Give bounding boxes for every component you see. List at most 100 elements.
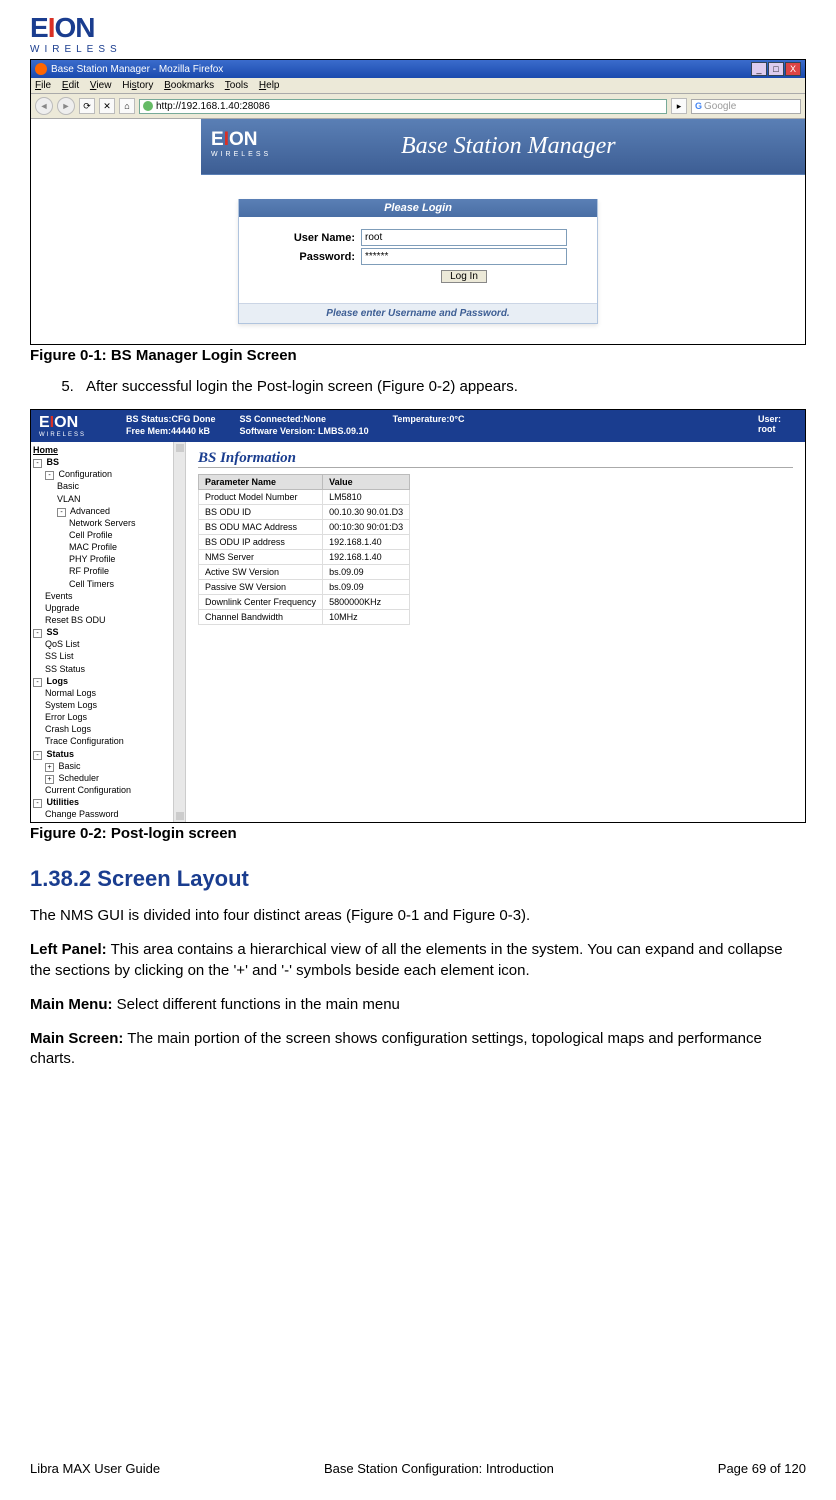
sw-version: Software Version: LMBS.09.10: [240, 426, 369, 438]
tree-item[interactable]: + Basic: [33, 760, 183, 772]
maximize-button[interactable]: □: [768, 62, 784, 76]
logo-subtext: WIRELESS: [30, 44, 806, 55]
url-bar[interactable]: http://192.168.1.40:28086: [139, 99, 667, 114]
panel-title: BS Information: [198, 450, 793, 468]
table-row: Active SW Versionbs.09.09: [199, 565, 410, 580]
browser-titlebar: Base Station Manager - Mozilla Firefox _…: [31, 60, 805, 78]
user-value: root: [758, 424, 781, 434]
tree-item[interactable]: - Advanced: [33, 505, 183, 517]
main-menu-label: Main Menu:: [30, 996, 113, 1013]
nav-tree[interactable]: Home- BS- ConfigurationBasicVLAN- Advanc…: [31, 442, 186, 822]
login-button[interactable]: Log In: [441, 270, 487, 283]
footer-left: Libra MAX User Guide: [30, 1461, 160, 1476]
free-mem: Free Mem:44440 kB: [126, 426, 216, 438]
main-content: BS Information Parameter Name Value Prod…: [186, 442, 805, 822]
table-row: NMS Server192.168.1.40: [199, 550, 410, 565]
password-input[interactable]: [361, 248, 567, 265]
tree-item[interactable]: SS List: [33, 650, 183, 662]
tree-item[interactable]: Reset BS ODU: [33, 614, 183, 626]
menu-file[interactable]: File: [35, 80, 51, 91]
tree-item[interactable]: - Logs: [33, 675, 183, 687]
col-param: Parameter Name: [199, 475, 323, 490]
forward-button[interactable]: ►: [57, 97, 75, 115]
stop-button[interactable]: ✕: [99, 98, 115, 114]
tree-item[interactable]: Network Servers: [33, 517, 183, 529]
table-row: BS ODU IP address192.168.1.40: [199, 535, 410, 550]
firefox-icon: [35, 63, 47, 75]
google-icon: G: [695, 101, 702, 111]
tree-item[interactable]: Upgrade: [33, 602, 183, 614]
tree-item[interactable]: SS Status: [33, 663, 183, 675]
step-5: After successful login the Post-login sc…: [78, 378, 806, 395]
search-bar[interactable]: GGoogle: [691, 99, 801, 114]
tree-item[interactable]: Current Configuration: [33, 784, 183, 796]
tree-item[interactable]: Error Logs: [33, 711, 183, 723]
tree-item[interactable]: - Status: [33, 748, 183, 760]
login-card: Please Login User Name: Password: Log In…: [238, 199, 598, 324]
page-logo: EION WIRELESS: [30, 12, 806, 55]
page-footer: Libra MAX User Guide Base Station Config…: [30, 1461, 806, 1476]
username-label: User Name:: [269, 232, 361, 244]
left-panel-label: Left Panel:: [30, 941, 107, 958]
tree-item[interactable]: System Logs: [33, 699, 183, 711]
main-screen-label: Main Screen:: [30, 1030, 123, 1047]
bs-status: BS Status:CFG Done: [126, 414, 216, 426]
tree-item[interactable]: - SS: [33, 626, 183, 638]
tree-item[interactable]: + Scheduler: [33, 772, 183, 784]
go-button[interactable]: ▸: [671, 98, 687, 114]
status-bar: EION WIRELESS BS Status:CFG Done Free Me…: [31, 410, 805, 442]
tree-item[interactable]: - Utilities: [33, 796, 183, 808]
username-input[interactable]: [361, 229, 567, 246]
tree-item[interactable]: Cell Profile: [33, 529, 183, 541]
bsm-logo: EION WIRELESS: [211, 129, 271, 158]
window-title: Base Station Manager - Mozilla Firefox: [51, 64, 223, 75]
table-row: Product Model NumberLM5810: [199, 490, 410, 505]
main-menu-text: Select different functions in the main m…: [113, 996, 400, 1013]
col-value: Value: [323, 475, 410, 490]
section-intro: The NMS GUI is divided into four distinc…: [30, 906, 806, 926]
main-screen-text: The main portion of the screen shows con…: [30, 1030, 762, 1067]
close-button[interactable]: X: [785, 62, 801, 76]
menu-bookmarks[interactable]: Bookmarks: [164, 80, 214, 91]
footer-right: Page 69 of 120: [718, 1461, 806, 1476]
tree-item[interactable]: MAC Profile: [33, 541, 183, 553]
menu-view[interactable]: View: [90, 80, 112, 91]
minimize-button[interactable]: _: [751, 62, 767, 76]
tree-item[interactable]: Crash Logs: [33, 723, 183, 735]
figure-1-screenshot: Base Station Manager - Mozilla Firefox _…: [30, 59, 806, 345]
tree-item[interactable]: Home: [33, 444, 183, 456]
tree-item[interactable]: Change Password: [33, 808, 183, 820]
menu-history[interactable]: History: [122, 80, 153, 91]
tree-item[interactable]: VLAN: [33, 493, 183, 505]
table-row: Channel Bandwidth10MHz: [199, 610, 410, 625]
scrollbar[interactable]: [173, 442, 185, 822]
tree-item[interactable]: Normal Logs: [33, 687, 183, 699]
tree-item[interactable]: Ping: [33, 820, 183, 822]
back-button[interactable]: ◄: [35, 97, 53, 115]
tree-item[interactable]: Trace Configuration: [33, 735, 183, 747]
tree-item[interactable]: Events: [33, 590, 183, 602]
menu-tools[interactable]: Tools: [225, 80, 248, 91]
tree-item[interactable]: Basic: [33, 480, 183, 492]
table-row: Passive SW Versionbs.09.09: [199, 580, 410, 595]
reload-button[interactable]: ⟳: [79, 98, 95, 114]
tree-item[interactable]: PHY Profile: [33, 553, 183, 565]
tree-item[interactable]: - BS: [33, 456, 183, 468]
menu-edit[interactable]: Edit: [62, 80, 79, 91]
menu-help[interactable]: Help: [259, 80, 280, 91]
tree-item[interactable]: Cell Timers: [33, 578, 183, 590]
left-panel-text: This area contains a hierarchical view o…: [30, 941, 783, 978]
browser-menubar[interactable]: File Edit View History Bookmarks Tools H…: [31, 78, 805, 94]
figure-2-screenshot: EION WIRELESS BS Status:CFG Done Free Me…: [30, 409, 806, 823]
tree-item[interactable]: QoS List: [33, 638, 183, 650]
temperature: Temperature:0°C: [393, 414, 465, 426]
table-row: Downlink Center Frequency5800000KHz: [199, 595, 410, 610]
site-identity-icon: [143, 101, 153, 111]
tree-item[interactable]: RF Profile: [33, 565, 183, 577]
user-label: User:: [758, 414, 781, 424]
home-button[interactable]: ⌂: [119, 98, 135, 114]
tree-item[interactable]: - Configuration: [33, 468, 183, 480]
section-heading: 1.38.2 Screen Layout: [30, 866, 806, 892]
login-card-footer: Please enter Username and Password.: [239, 303, 597, 323]
password-label: Password:: [269, 251, 361, 263]
